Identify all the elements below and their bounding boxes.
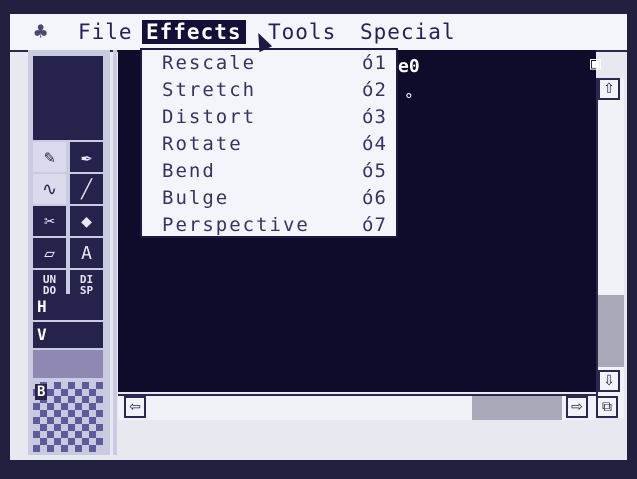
menu-item-label: Bulge <box>162 187 230 209</box>
current-color[interactable] <box>33 350 103 378</box>
apple-menu-icon[interactable]: ♣ <box>34 20 47 45</box>
pencil-icon: ✎ <box>44 146 55 168</box>
menu-item-rotate[interactable]: Rotate ó4 <box>162 133 392 159</box>
undo-label: UN DO <box>42 273 57 297</box>
zoom-box-icon[interactable]: ▣ <box>590 55 608 73</box>
text-tool-label: A <box>81 242 92 264</box>
scroll-left-arrow-icon[interactable]: ⇦ <box>124 396 146 418</box>
canvas-mark: ° <box>404 90 414 109</box>
menu-item-shortcut: ó2 <box>362 79 387 101</box>
curve-tool[interactable]: ∿ <box>33 174 66 204</box>
scroll-right-arrow-icon[interactable]: ⇨ <box>566 396 588 418</box>
menu-item-shortcut: ó7 <box>362 214 387 236</box>
menu-item-distort[interactable]: Distort ó3 <box>162 106 392 132</box>
menu-item-label: Stretch <box>162 79 257 101</box>
scroll-up-arrow-icon[interactable]: ⇧ <box>598 78 620 100</box>
menu-item-label: Distort <box>162 106 257 128</box>
color-swatch[interactable] <box>33 56 103 140</box>
vertical-scrollbar[interactable] <box>596 78 624 418</box>
menu-item-label: Perspective <box>162 214 310 236</box>
menu-item-perspective[interactable]: Perspective ó7 <box>162 214 392 240</box>
effects-menu: Rescale ó1 Stretch ó2 Distort ó3 Rotate … <box>140 48 398 238</box>
brush-tool[interactable]: ✒ <box>70 142 103 172</box>
menu-item-label: Rotate <box>162 133 243 155</box>
pencil-tool[interactable]: ✎ <box>33 142 66 172</box>
window-title: e0 <box>398 56 420 77</box>
menu-item-stretch[interactable]: Stretch ó2 <box>162 79 392 105</box>
menu-bar: ♣ File Effects Tools Special <box>10 14 627 52</box>
brush-icon: ✒ <box>81 146 92 168</box>
tool-palette: ✎ ✒ ∿ ╱ ✂ ◆ ▱ A UN DO DI SP H V B <box>28 50 110 455</box>
scissors-icon: ✂ <box>44 210 55 232</box>
scissors-tool[interactable]: ✂ <box>33 206 66 236</box>
menu-effects[interactable]: Effects <box>142 20 246 44</box>
v-flip-control[interactable]: V <box>33 322 103 348</box>
menu-item-shortcut: ó6 <box>362 187 387 209</box>
menu-item-label: Bend <box>162 160 216 182</box>
curve-icon: ∿ <box>41 178 58 200</box>
menu-file[interactable]: File <box>78 20 133 44</box>
menu-item-bend[interactable]: Bend ó5 <box>162 160 392 186</box>
menu-tools[interactable]: Tools <box>268 20 336 44</box>
h-flip-control[interactable]: H <box>33 294 103 320</box>
pattern-label: B <box>35 384 48 400</box>
eraser-tool[interactable]: ▱ <box>33 238 66 268</box>
menu-item-shortcut: ó1 <box>362 52 387 74</box>
resize-icon[interactable]: ⧉ <box>596 396 618 418</box>
menu-item-shortcut: ó3 <box>362 106 387 128</box>
menu-item-rescale[interactable]: Rescale ó1 <box>162 52 392 78</box>
text-tool[interactable]: A <box>70 238 103 268</box>
menu-item-bulge[interactable]: Bulge ó6 <box>162 187 392 213</box>
line-tool[interactable]: ╱ <box>70 174 103 204</box>
menu-item-shortcut: ó5 <box>362 160 387 182</box>
line-icon: ╱ <box>81 178 92 200</box>
menu-item-shortcut: ó4 <box>362 133 387 155</box>
menu-special[interactable]: Special <box>360 20 456 44</box>
pattern-swatch[interactable]: B <box>33 382 103 452</box>
fill-icon: ◆ <box>81 210 92 232</box>
menu-item-label: Rescale <box>162 52 257 74</box>
display-label: DI SP <box>79 273 94 297</box>
scroll-down-arrow-icon[interactable]: ⇩ <box>598 370 620 392</box>
fill-tool[interactable]: ◆ <box>70 206 103 236</box>
horizontal-scroll-thumb[interactable] <box>472 396 562 420</box>
eraser-icon: ▱ <box>44 242 55 264</box>
vertical-scroll-thumb[interactable] <box>596 295 624 367</box>
